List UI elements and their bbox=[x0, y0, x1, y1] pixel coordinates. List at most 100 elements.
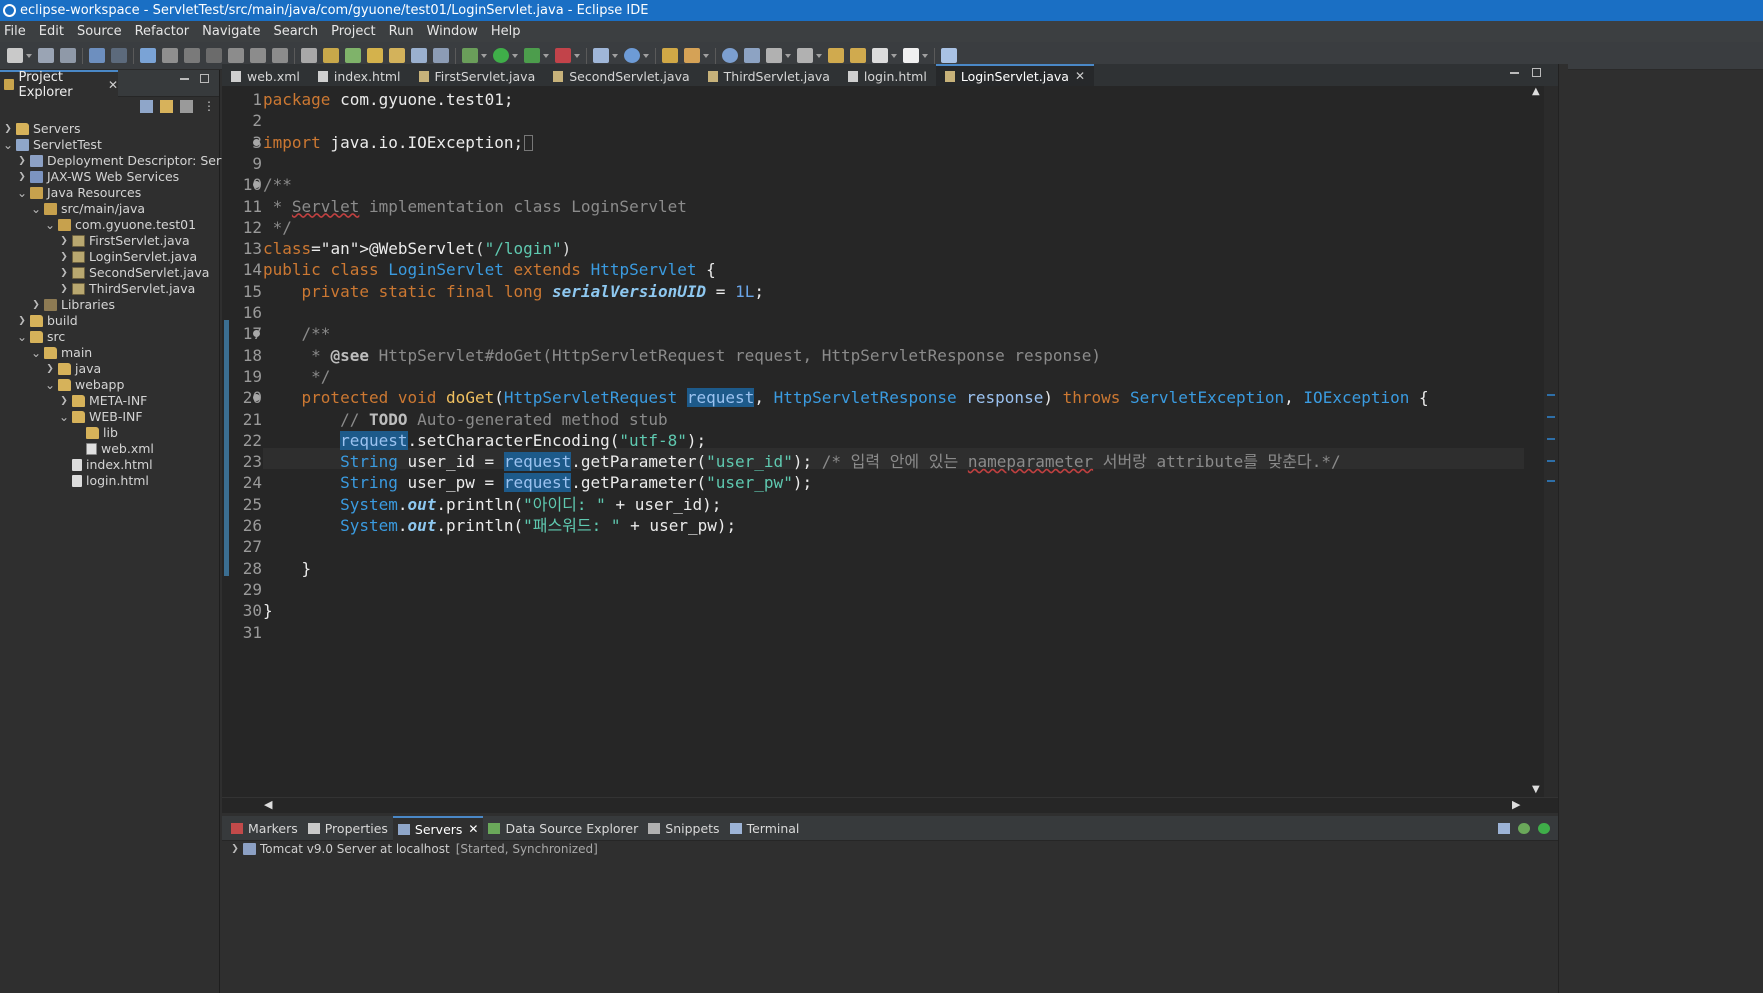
code-line[interactable]: * @see HttpServlet#doGet(HttpServletRequ… bbox=[263, 345, 1101, 366]
last-edit-location-icon[interactable] bbox=[828, 48, 844, 63]
tree-item[interactable]: ⌄ webapp bbox=[45, 377, 124, 393]
tree-item[interactable]: web.xml bbox=[73, 441, 154, 457]
block-selection-icon[interactable] bbox=[389, 48, 405, 63]
tree-item[interactable]: ⌄ WEB-INF bbox=[59, 409, 143, 425]
tree-item[interactable]: ❯ FirstServlet.java bbox=[59, 233, 189, 249]
editor-tab[interactable]: web.xml bbox=[222, 66, 309, 86]
tree-item[interactable]: ❯ Servers bbox=[3, 121, 80, 137]
debug-dropdown-icon[interactable] bbox=[481, 53, 487, 58]
annotation-prev-icon[interactable] bbox=[797, 48, 813, 63]
step-over-icon[interactable] bbox=[250, 48, 266, 63]
skip-breakpoints-icon[interactable] bbox=[111, 48, 127, 63]
code-editor[interactable]: 1239101112131415161718192021222324252627… bbox=[222, 86, 1558, 797]
collapse-icon[interactable] bbox=[1498, 823, 1510, 834]
chevron-down-icon[interactable]: ⌄ bbox=[17, 187, 27, 199]
chevron-down-icon[interactable]: ⌄ bbox=[59, 411, 69, 423]
annotation-next-icon[interactable] bbox=[766, 48, 782, 63]
external-tools-icon[interactable] bbox=[555, 48, 571, 63]
vertical-scrollbar[interactable]: ▲ ▼ bbox=[1530, 86, 1544, 797]
back-icon[interactable] bbox=[872, 48, 888, 63]
occurrence-marker[interactable] bbox=[1547, 416, 1555, 418]
chevron-down-icon[interactable]: ⌄ bbox=[17, 331, 27, 343]
minimize-icon[interactable] bbox=[180, 78, 189, 80]
tree-item[interactable]: ❯ build bbox=[17, 313, 78, 329]
chevron-right-icon[interactable]: ❯ bbox=[17, 153, 27, 169]
code-line[interactable]: /** bbox=[263, 323, 331, 344]
code-line[interactable]: protected void doGet(HttpServletRequest … bbox=[263, 387, 1429, 408]
annotation-next-dropdown-icon[interactable] bbox=[785, 53, 791, 58]
tree-item[interactable]: ⌄ src/main/java bbox=[31, 201, 145, 217]
code-line[interactable]: System.out.println("아이디: " + user_id); bbox=[263, 494, 721, 515]
word-wrap-icon[interactable] bbox=[411, 48, 427, 63]
chevron-right-icon[interactable]: ❯ bbox=[59, 249, 69, 265]
close-icon[interactable]: ✕ bbox=[468, 822, 478, 836]
code-line[interactable]: import java.io.IOException; bbox=[263, 132, 534, 153]
tree-item[interactable]: ⌄ ServletTest bbox=[3, 137, 102, 153]
external-tools-dropdown-icon[interactable] bbox=[574, 53, 580, 58]
debug-icon[interactable] bbox=[462, 48, 478, 63]
new-dropdown-icon[interactable] bbox=[26, 53, 32, 58]
editor-minimize-icon[interactable] bbox=[1510, 72, 1519, 74]
chevron-right-icon[interactable]: ❯ bbox=[3, 121, 13, 137]
new-java-project-dropdown-icon[interactable] bbox=[612, 53, 618, 58]
code-line[interactable]: package com.gyuone.test01; bbox=[263, 89, 513, 110]
chevron-down-icon[interactable]: ⌄ bbox=[31, 347, 41, 359]
code-line[interactable]: public class LoginServlet extends HttpSe… bbox=[263, 259, 716, 280]
close-icon[interactable]: ✕ bbox=[1075, 69, 1085, 83]
collapse-all-icon[interactable] bbox=[140, 100, 153, 113]
edit-dropdown-icon[interactable] bbox=[703, 53, 709, 58]
chevron-down-icon[interactable]: ⌄ bbox=[45, 219, 55, 231]
menu-edit[interactable]: Edit bbox=[37, 24, 73, 39]
tree-item[interactable]: lib bbox=[73, 425, 118, 441]
new-class-dropdown-icon[interactable] bbox=[643, 53, 649, 58]
new-java-project-icon[interactable] bbox=[593, 48, 609, 63]
horizontal-scrollbar[interactable]: ◀ ▶ bbox=[222, 797, 1558, 813]
code-line[interactable]: String user_id = request.getParameter("u… bbox=[263, 451, 1341, 472]
menu-file[interactable]: File bbox=[2, 24, 35, 39]
chevron-down-icon[interactable]: ⌄ bbox=[45, 379, 55, 391]
run-dropdown-icon[interactable] bbox=[512, 53, 518, 58]
tree-item[interactable]: ❯ META-INF bbox=[59, 393, 147, 409]
forward-icon[interactable] bbox=[903, 48, 919, 63]
occurrence-marker[interactable] bbox=[1547, 394, 1555, 396]
chevron-right-icon[interactable]: ❯ bbox=[45, 361, 55, 377]
code-line[interactable]: String user_pw = request.getParameter("u… bbox=[263, 472, 812, 493]
tab-project-explorer[interactable]: Project Explorer ✕ bbox=[0, 70, 118, 100]
new-icon[interactable] bbox=[7, 48, 23, 63]
new-class-icon[interactable] bbox=[624, 48, 640, 63]
tab-servers[interactable]: Servers ✕ bbox=[392, 815, 484, 841]
globe-icon[interactable] bbox=[722, 48, 738, 63]
annotation-prev-dropdown-icon[interactable] bbox=[816, 53, 822, 58]
fold-toggle-icon[interactable] bbox=[253, 138, 260, 146]
tree-item[interactable]: ❯ Libraries bbox=[31, 297, 115, 313]
code-line[interactable]: } bbox=[263, 600, 273, 621]
occurrence-marker[interactable] bbox=[1547, 460, 1555, 462]
mark-occurrences-icon[interactable] bbox=[367, 48, 383, 63]
code-line[interactable]: request.setCharacterEncoding("utf-8"); bbox=[263, 430, 706, 451]
scroll-left-icon[interactable]: ◀ bbox=[264, 798, 272, 811]
tree-item[interactable]: ❯ java bbox=[45, 361, 101, 377]
code-line[interactable]: class="an">@WebServlet("/login") bbox=[263, 238, 571, 259]
tree-item[interactable]: ❯ SecondServlet.java bbox=[59, 265, 209, 281]
menu-refactor[interactable]: Refactor bbox=[133, 24, 199, 39]
resume-icon[interactable] bbox=[140, 48, 156, 63]
suspend-icon[interactable] bbox=[162, 48, 178, 63]
open-task-icon[interactable] bbox=[323, 48, 339, 63]
tab-snippets[interactable]: Snippets bbox=[643, 816, 724, 841]
link-with-editor-icon[interactable] bbox=[160, 100, 173, 113]
chevron-right-icon[interactable]: ❯ bbox=[17, 169, 27, 185]
back-dropdown-icon[interactable] bbox=[891, 53, 897, 58]
filter-icon[interactable] bbox=[180, 100, 193, 113]
menu-navigate[interactable]: Navigate bbox=[200, 24, 269, 39]
code-line[interactable]: private static final long serialVersionU… bbox=[263, 281, 764, 302]
chevron-right-icon[interactable]: ❯ bbox=[17, 313, 27, 329]
run-server-icon[interactable] bbox=[524, 48, 540, 63]
tree-item[interactable]: ⌄ src bbox=[17, 329, 65, 345]
scroll-down-icon[interactable]: ▼ bbox=[1532, 784, 1540, 795]
server-entry[interactable]: ❯ Tomcat v9.0 Server at localhost [Start… bbox=[230, 841, 598, 857]
forward-dropdown-icon[interactable] bbox=[922, 53, 928, 58]
search-icon[interactable] bbox=[345, 48, 361, 63]
tree-item[interactable]: ❯ JAX-WS Web Services bbox=[17, 169, 179, 185]
step-into-icon[interactable] bbox=[228, 48, 244, 63]
save-icon[interactable] bbox=[38, 48, 54, 63]
